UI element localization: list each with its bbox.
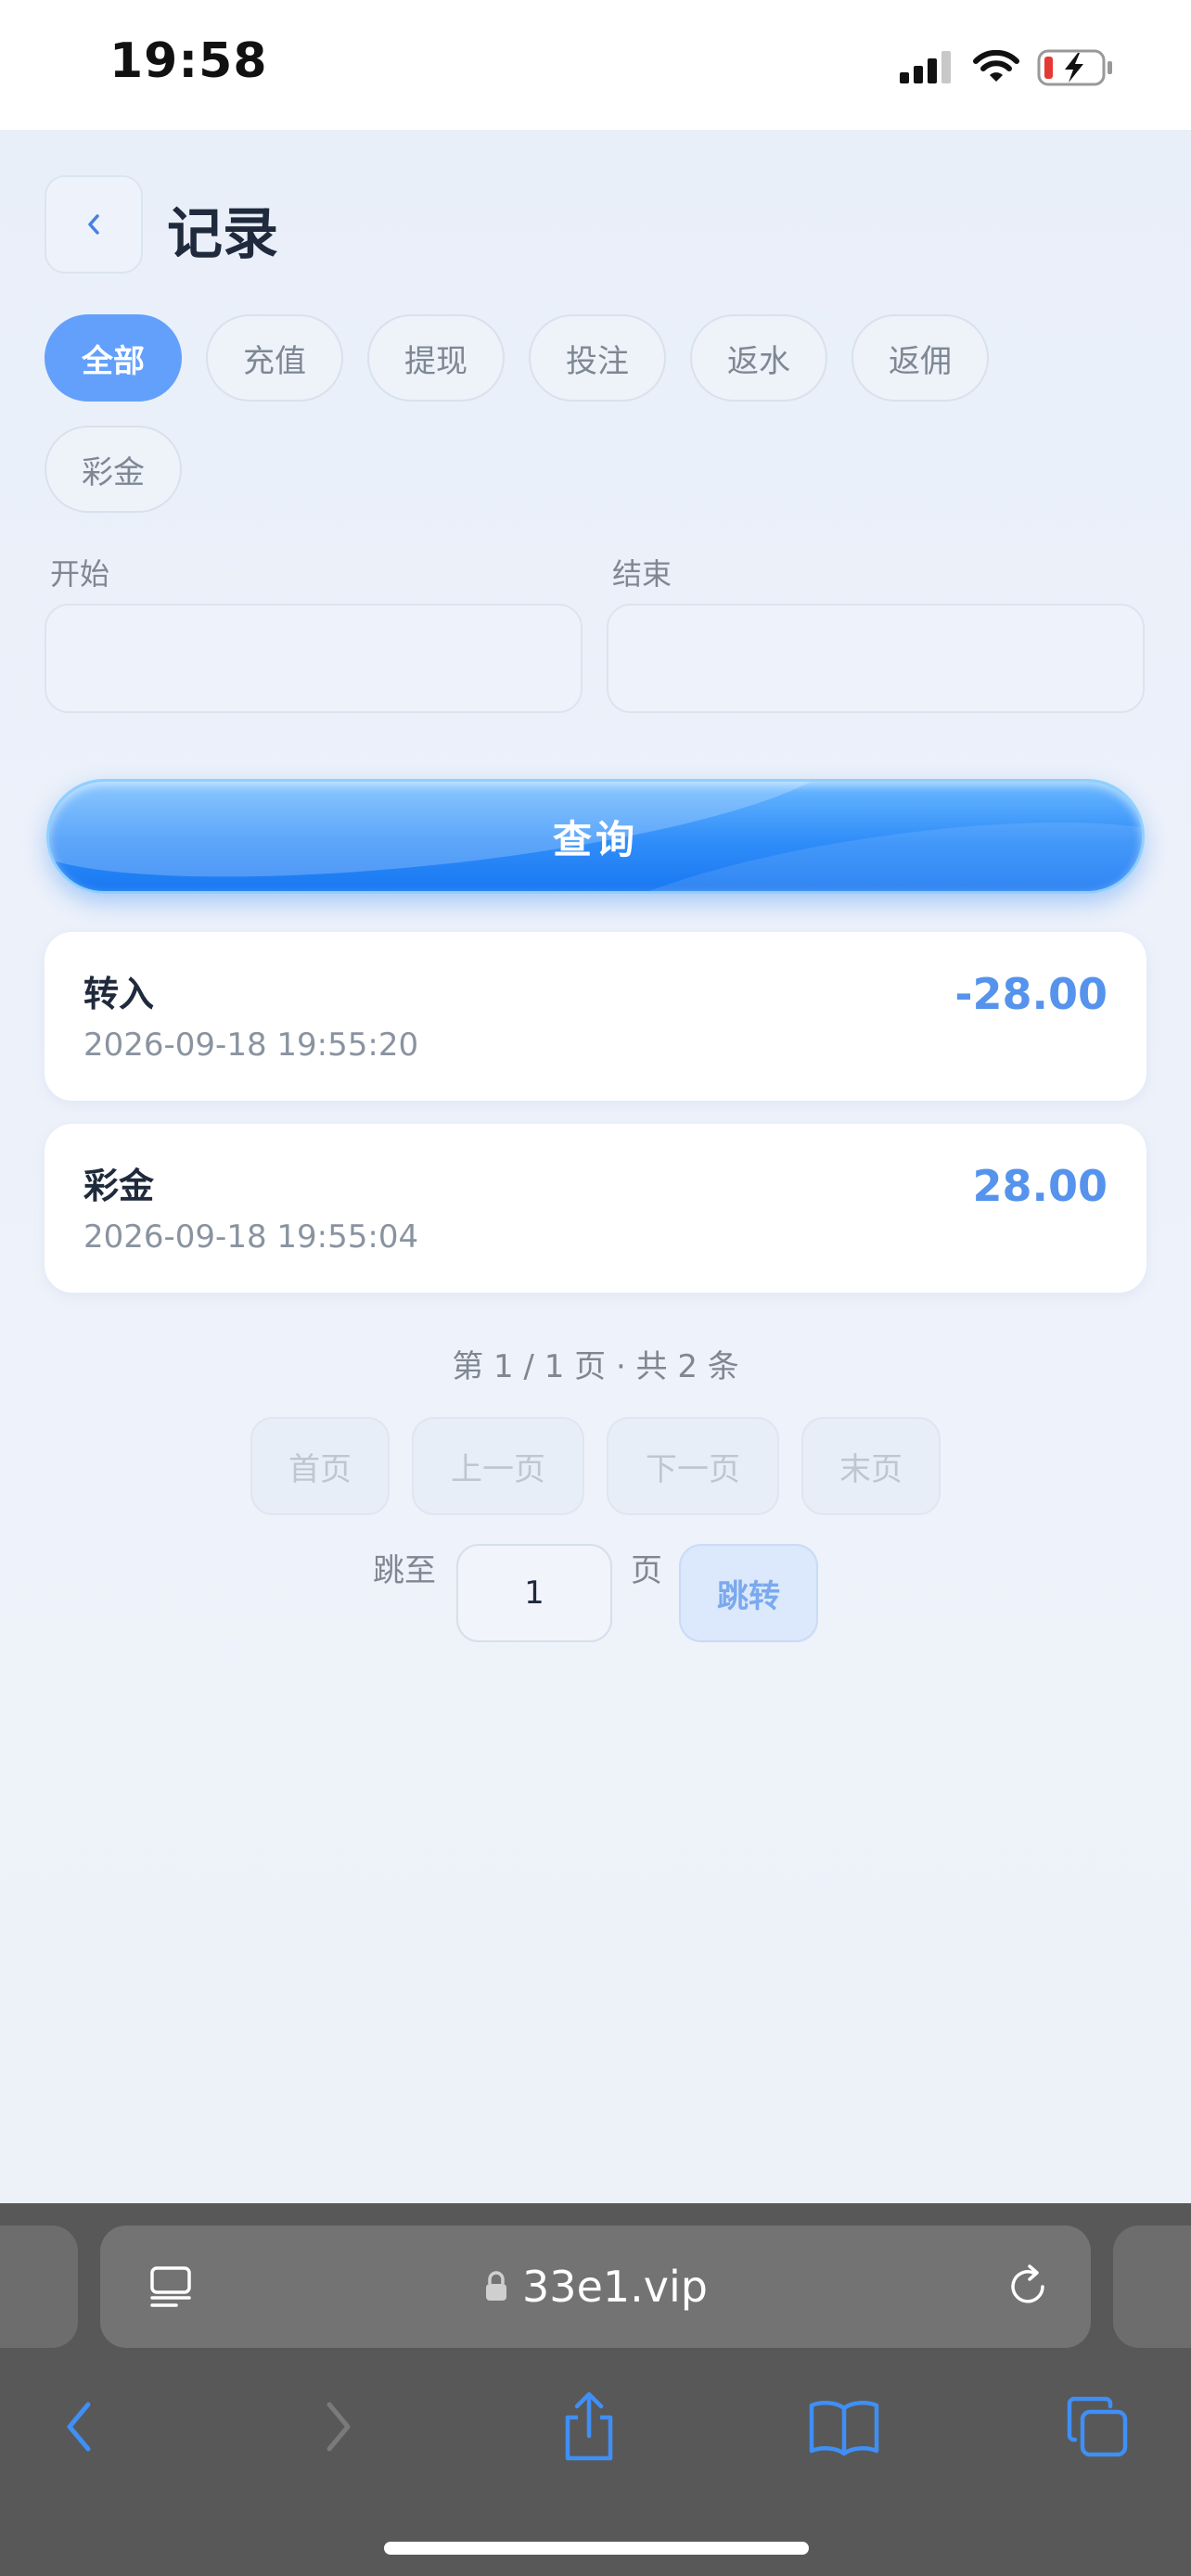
end-date-label: 结束 [612, 556, 672, 592]
next-tab-peek[interactable] [1113, 2225, 1191, 2348]
previous-tab-peek[interactable] [0, 2225, 78, 2348]
battery-charging-icon [1037, 49, 1112, 86]
share-icon [565, 2391, 613, 2461]
query-button-label: 查询 [552, 816, 638, 862]
chevron-left-icon [67, 2402, 91, 2452]
filter-chip-rebate[interactable]: 返水 [690, 314, 827, 402]
record-item: 彩金 2026-09-18 19:55:04 28.00 [45, 1124, 1146, 1293]
record-item: 转入 2026-09-18 19:55:20 -28.00 [45, 932, 1146, 1101]
end-date-input[interactable] [607, 604, 1145, 713]
next-page-button[interactable]: 下一页 [607, 1417, 779, 1515]
record-amount: 28.00 [972, 1161, 1108, 1211]
bookmarks-button[interactable] [802, 2385, 886, 2468]
start-date-input[interactable] [45, 604, 583, 713]
back-button[interactable] [45, 175, 143, 274]
jump-prefix-label: 跳至 [373, 1552, 436, 1589]
record-time: 2026-09-18 19:55:04 [83, 1218, 419, 1256]
browser-forward-button[interactable] [297, 2385, 380, 2468]
browser-toolbar: 33e1.vip [0, 2203, 1191, 2576]
pagination-info: 第 1 / 1 页 · 共 2 条 [452, 1348, 739, 1385]
filter-chip-all[interactable]: 全部 [45, 314, 182, 402]
record-time: 2026-09-18 19:55:20 [83, 1027, 419, 1064]
lock-icon [486, 2271, 507, 2301]
start-date-label: 开始 [50, 556, 110, 592]
chevron-right-icon [327, 2402, 351, 2452]
browser-back-button[interactable] [37, 2385, 121, 2468]
status-bar: 19:58 [0, 0, 1191, 130]
record-type: 转入 [83, 974, 155, 1014]
home-indicator [384, 2542, 809, 2555]
prev-page-button[interactable]: 上一页 [412, 1417, 584, 1515]
tabs-button[interactable] [1056, 2385, 1139, 2468]
last-page-button[interactable]: 末页 [801, 1417, 941, 1515]
records-page: 记录 全部 充值 提现 投注 返水 返佣 彩金 开始 结束 查询 转入 2026… [0, 130, 1191, 2203]
cellular-signal-icon [900, 51, 951, 83]
query-button[interactable]: 查询 [46, 779, 1145, 894]
wifi-icon [973, 50, 1019, 82]
browser-nav-row [0, 2385, 1191, 2487]
jump-suffix-label: 页 [631, 1552, 662, 1589]
book-icon [809, 2401, 879, 2456]
jump-button[interactable]: 跳转 [679, 1544, 818, 1642]
filter-chip-bonus[interactable]: 彩金 [45, 426, 182, 513]
reload-icon[interactable] [1002, 2261, 1054, 2313]
first-page-button[interactable]: 首页 [250, 1417, 390, 1515]
url-text: 33e1.vip [522, 2262, 708, 2312]
record-amount: -28.00 [954, 969, 1108, 1019]
share-button[interactable] [547, 2385, 631, 2468]
filter-chip-bet[interactable]: 投注 [529, 314, 666, 402]
filter-chip-deposit[interactable]: 充值 [206, 314, 343, 402]
page-title: 记录 [167, 202, 278, 267]
filter-chip-withdraw[interactable]: 提现 [367, 314, 505, 402]
jump-page-input[interactable] [456, 1544, 612, 1642]
record-type: 彩金 [83, 1166, 155, 1206]
chevron-left-icon [88, 214, 99, 235]
status-time: 19:58 [109, 33, 268, 89]
filter-chip-commission[interactable]: 返佣 [852, 314, 989, 402]
address-bar[interactable]: 33e1.vip [100, 2225, 1091, 2348]
tabs-icon [1067, 2396, 1128, 2457]
status-icons [898, 45, 1115, 91]
